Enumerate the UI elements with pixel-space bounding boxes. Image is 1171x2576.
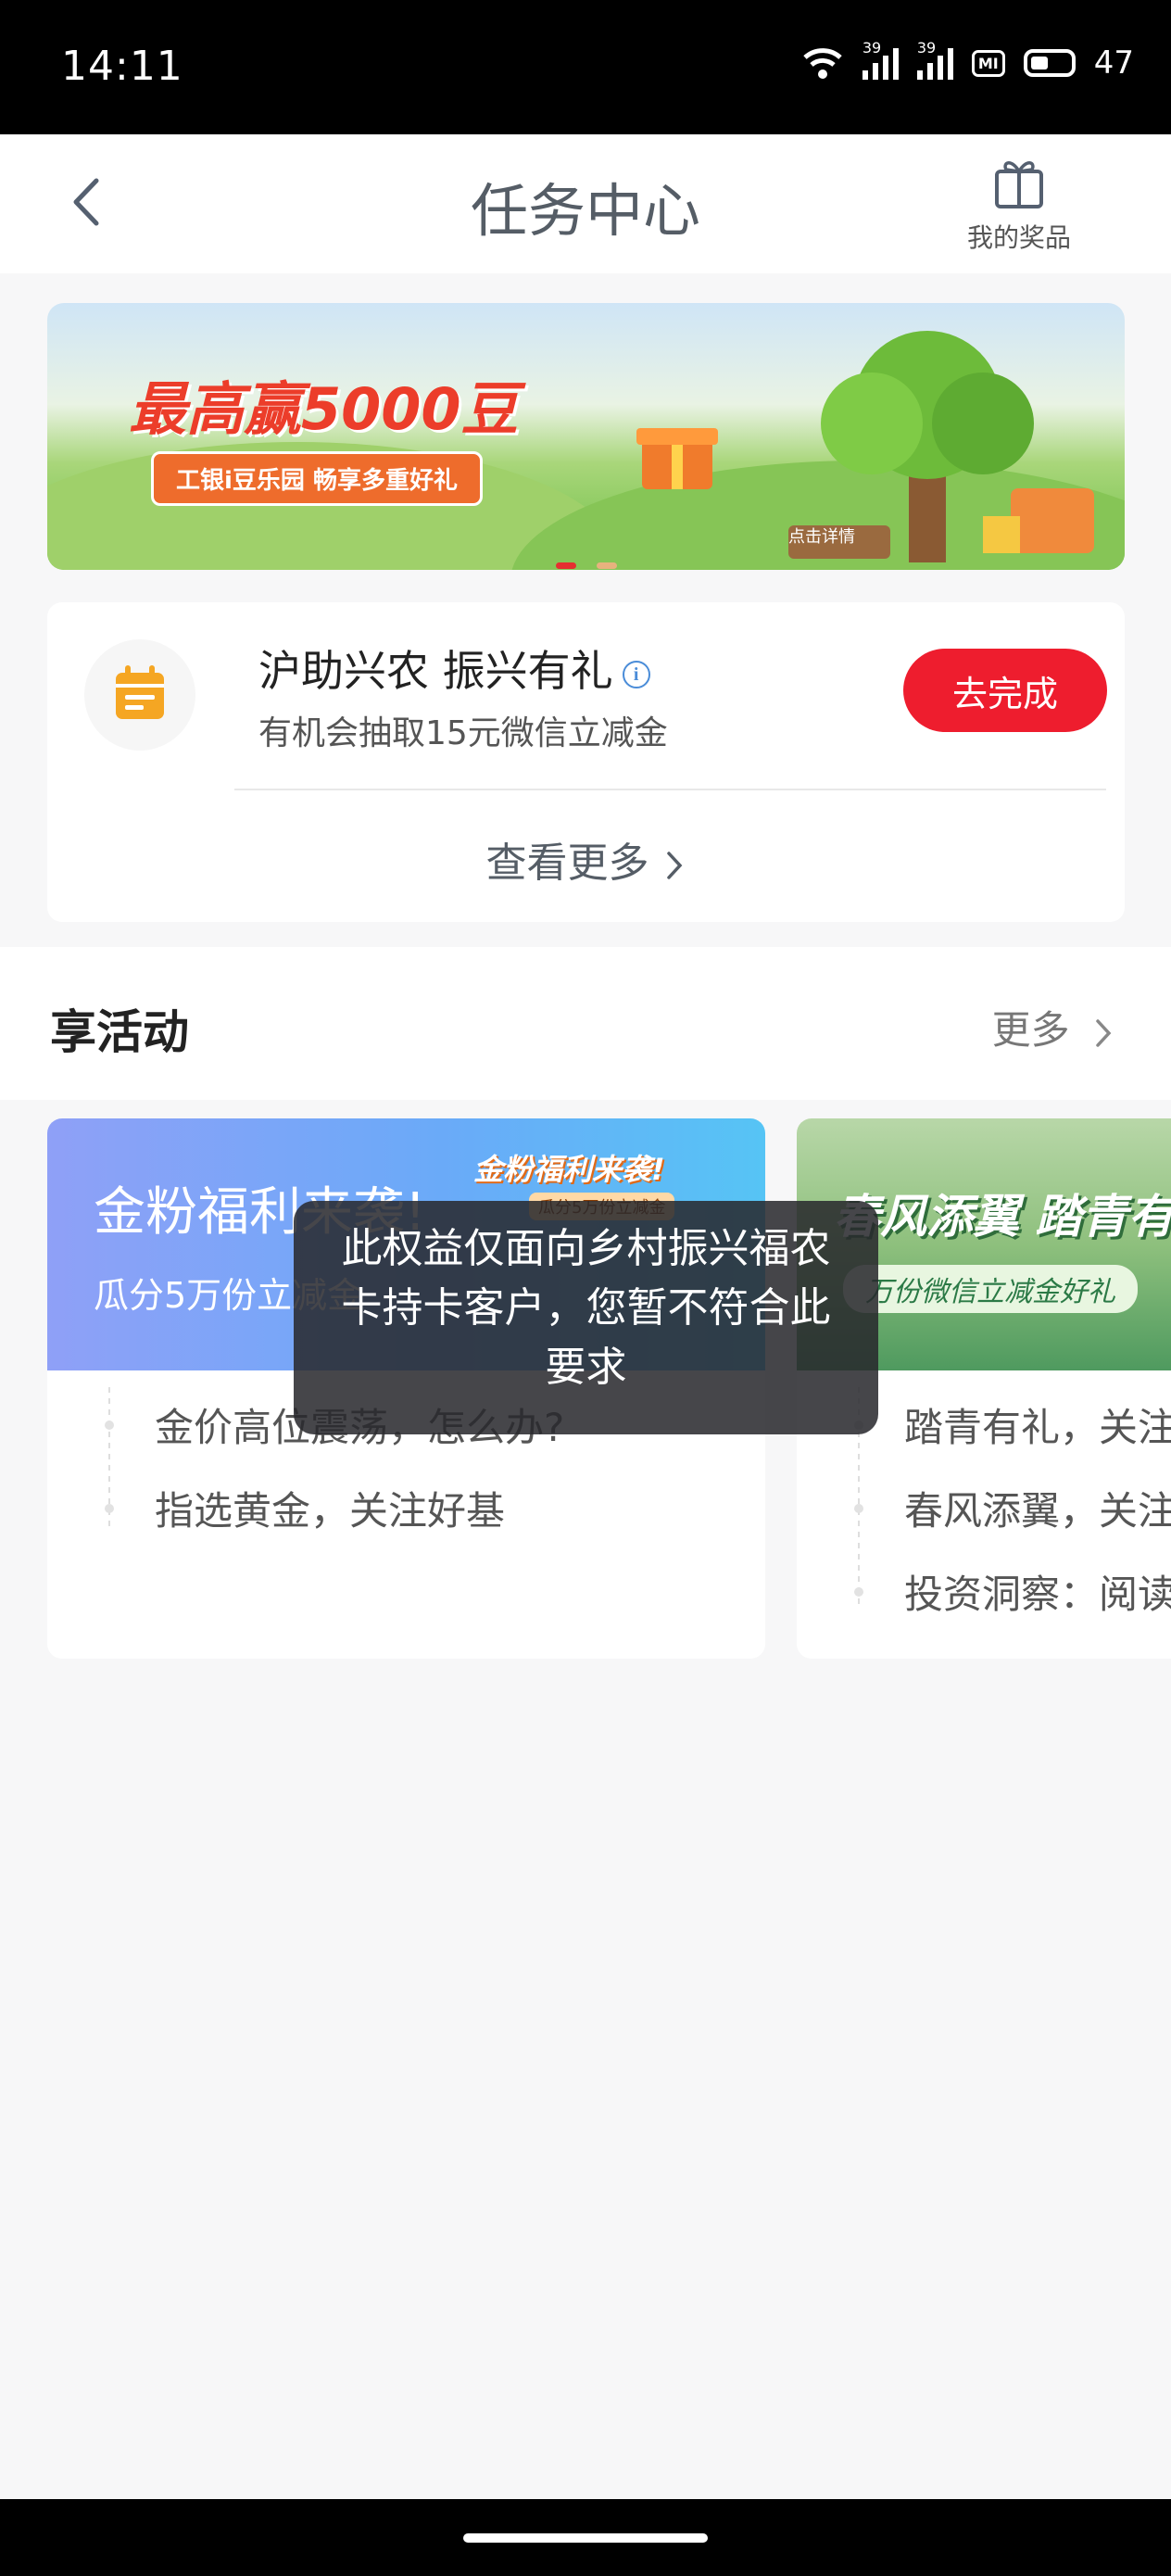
banner-subtitle: 工银i豆乐园 畅享多重好礼 — [151, 451, 483, 506]
bullet-dot — [854, 1504, 863, 1513]
signal-icon: 39 — [916, 39, 953, 80]
section-title: 享活动 — [50, 1005, 189, 1059]
activity-banner-subtitle: 万份微信立减金好礼 — [843, 1265, 1138, 1313]
mi-icon: MI — [971, 49, 1005, 77]
bullet-dot — [105, 1504, 114, 1513]
divider — [234, 789, 1106, 790]
section-more-label: 更多 — [991, 1007, 1070, 1053]
top-header: 任务中心 我的奖品 — [0, 134, 1171, 273]
task-title: 沪助兴农 振兴有礼 i — [258, 638, 650, 699]
task-title-text: 沪助兴农 振兴有礼 — [258, 646, 613, 696]
chevron-right-icon — [1096, 1018, 1112, 1047]
carousel-dot[interactable] — [597, 562, 617, 569]
list-item[interactable]: 指选黄金，关注好基 — [155, 1480, 505, 1536]
signal-icon: 39 — [862, 39, 899, 80]
calendar-icon — [116, 665, 164, 719]
list-item[interactable]: 投资洞察：阅读 — [904, 1563, 1171, 1620]
chevron-right-icon — [666, 852, 682, 879]
status-bar: 14:11 39 39 MI 47 — [0, 0, 1171, 134]
signal-label: 39 — [862, 39, 882, 57]
my-prizes-label: 我的奖品 — [966, 222, 1071, 253]
task-icon-container — [84, 639, 195, 751]
home-indicator[interactable] — [463, 2533, 708, 2543]
info-icon[interactable]: i — [622, 660, 650, 688]
gift-box-illustration — [636, 428, 718, 489]
activity-banner-title: 春风添翼 踏青有 — [834, 1190, 1171, 1244]
task-description: 有机会抽取15元微信立减金 — [258, 714, 668, 752]
battery-icon — [1023, 49, 1076, 77]
bullet-dot — [105, 1421, 114, 1430]
toast-message: 此权益仅面向乡村振兴福农卡持卡客户，您暂不符合此要求 — [294, 1201, 878, 1434]
battery-level: 47 — [1093, 44, 1134, 82]
promo-banner[interactable]: 最高赢5000豆 工银i豆乐园 畅享多重好礼 点击详情 — [47, 303, 1125, 570]
complete-task-button[interactable]: 去完成 — [903, 649, 1107, 732]
banner-sign-text: 点击详情 — [788, 527, 855, 547]
section-more-link[interactable]: 更多 — [992, 999, 1115, 1055]
status-time: 14:11 — [61, 43, 183, 90]
gift-icon — [995, 161, 1043, 208]
view-more-link[interactable]: 查看更多 — [47, 829, 1125, 889]
activities-section-header: 享活动 更多 — [0, 947, 1171, 1100]
bullet-dot — [854, 1587, 863, 1597]
activity-badge: 金粉福利来袭! — [473, 1152, 665, 1187]
task-card: 沪助兴农 振兴有礼 i 有机会抽取15元微信立减金 去完成 查看更多 — [47, 602, 1125, 922]
wifi-icon — [803, 48, 842, 79]
signal-label: 39 — [916, 39, 937, 57]
view-more-label: 查看更多 — [485, 840, 649, 887]
list-item[interactable]: 踏青有礼，关注 — [904, 1396, 1171, 1453]
status-icons: 39 39 MI 47 — [801, 39, 1134, 82]
banner-title: 最高赢5000豆 — [129, 375, 519, 443]
list-item[interactable]: 春风添翼，关注 — [904, 1480, 1171, 1536]
carousel-dot-active[interactable] — [556, 562, 576, 569]
my-prizes-button[interactable]: 我的奖品 — [954, 155, 1084, 257]
